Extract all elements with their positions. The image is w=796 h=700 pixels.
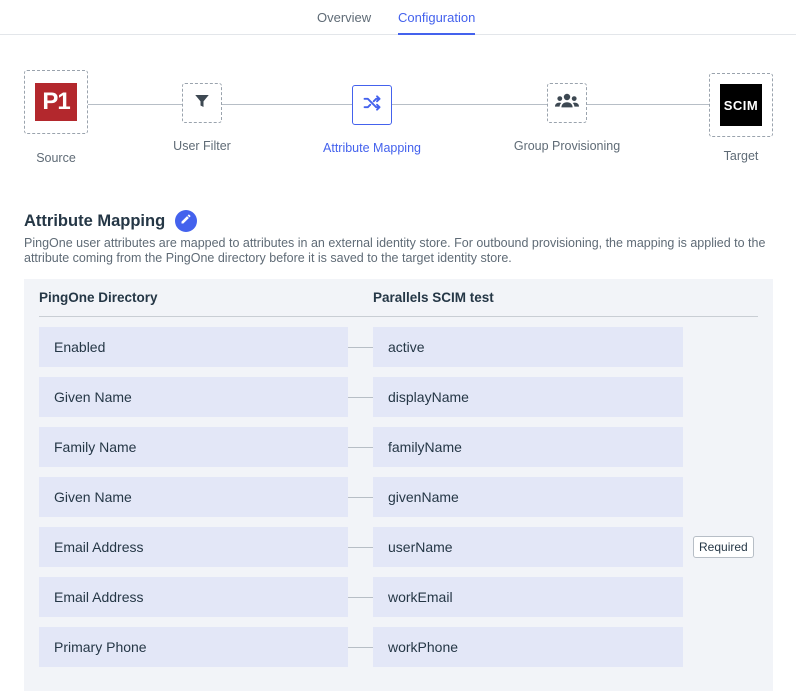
scim-logo: SCIM — [720, 84, 762, 126]
step-user-filter[interactable] — [182, 83, 222, 123]
required-badge: Required — [693, 536, 754, 558]
target-attribute[interactable]: givenName — [373, 477, 683, 517]
section-title: Attribute Mapping — [24, 212, 166, 230]
edit-mapping-button[interactable] — [175, 210, 197, 232]
target-column-header: Parallels SCIM test — [373, 290, 494, 305]
step-group-provisioning[interactable] — [547, 83, 587, 123]
table-row: Email Address workEmail — [24, 577, 773, 617]
step-attribute-mapping[interactable] — [352, 85, 392, 125]
pingone-p1-logo: P1 — [35, 83, 77, 121]
source-attribute[interactable]: Given Name — [39, 377, 348, 417]
target-attribute[interactable]: active — [373, 327, 683, 367]
tab-configuration[interactable]: Configuration — [398, 10, 476, 35]
stepper-connector — [587, 104, 709, 105]
step-user-filter-label: User Filter — [173, 139, 231, 153]
group-icon — [555, 92, 579, 115]
attribute-mapping-table: PingOne Directory Parallels SCIM test En… — [24, 279, 773, 691]
table-row: Primary Phone workPhone — [24, 627, 773, 667]
shuffle-icon — [362, 93, 382, 118]
source-column-header: PingOne Directory — [39, 290, 158, 305]
pencil-icon — [180, 212, 192, 230]
source-attribute[interactable]: Primary Phone — [39, 627, 348, 667]
step-group-provisioning-label: Group Provisioning — [513, 139, 621, 153]
mapping-connector — [348, 497, 373, 498]
source-attribute[interactable]: Email Address — [39, 527, 348, 567]
target-attribute[interactable]: userName — [373, 527, 683, 567]
table-row: Given Name displayName — [24, 377, 773, 417]
table-row: Given Name givenName — [24, 477, 773, 517]
target-attribute[interactable]: displayName — [373, 377, 683, 417]
step-target-label: Target — [723, 149, 759, 163]
table-row: Enabled active — [24, 327, 773, 367]
mapping-connector — [348, 647, 373, 648]
tab-overview[interactable]: Overview — [317, 10, 371, 35]
table-row: Family Name familyName — [24, 427, 773, 467]
provisioning-stepper: P1 Source User Filter Attribute Mapping … — [0, 60, 796, 180]
source-attribute[interactable]: Given Name — [39, 477, 348, 517]
step-source[interactable]: P1 — [24, 70, 88, 134]
source-attribute[interactable]: Enabled — [39, 327, 348, 367]
step-source-label: Source — [36, 151, 76, 165]
stepper-connector — [392, 104, 547, 105]
section-description: PingOne user attributes are mapped to at… — [24, 236, 766, 265]
tab-bar: Overview Configuration — [0, 0, 796, 35]
mapping-connector — [348, 397, 373, 398]
target-attribute[interactable]: workPhone — [373, 627, 683, 667]
header-divider — [39, 316, 758, 317]
target-attribute[interactable]: workEmail — [373, 577, 683, 617]
source-attribute[interactable]: Email Address — [39, 577, 348, 617]
mapping-connector — [348, 597, 373, 598]
stepper-connector — [88, 104, 182, 105]
table-row: Email Address userName Required — [24, 527, 773, 567]
step-attribute-mapping-label: Attribute Mapping — [323, 141, 421, 155]
source-attribute[interactable]: Family Name — [39, 427, 348, 467]
mapping-connector — [348, 547, 373, 548]
target-attribute[interactable]: familyName — [373, 427, 683, 467]
mapping-connector — [348, 347, 373, 348]
filter-icon — [193, 92, 211, 115]
stepper-connector — [222, 104, 352, 105]
mapping-connector — [348, 447, 373, 448]
step-target[interactable]: SCIM — [709, 73, 773, 137]
